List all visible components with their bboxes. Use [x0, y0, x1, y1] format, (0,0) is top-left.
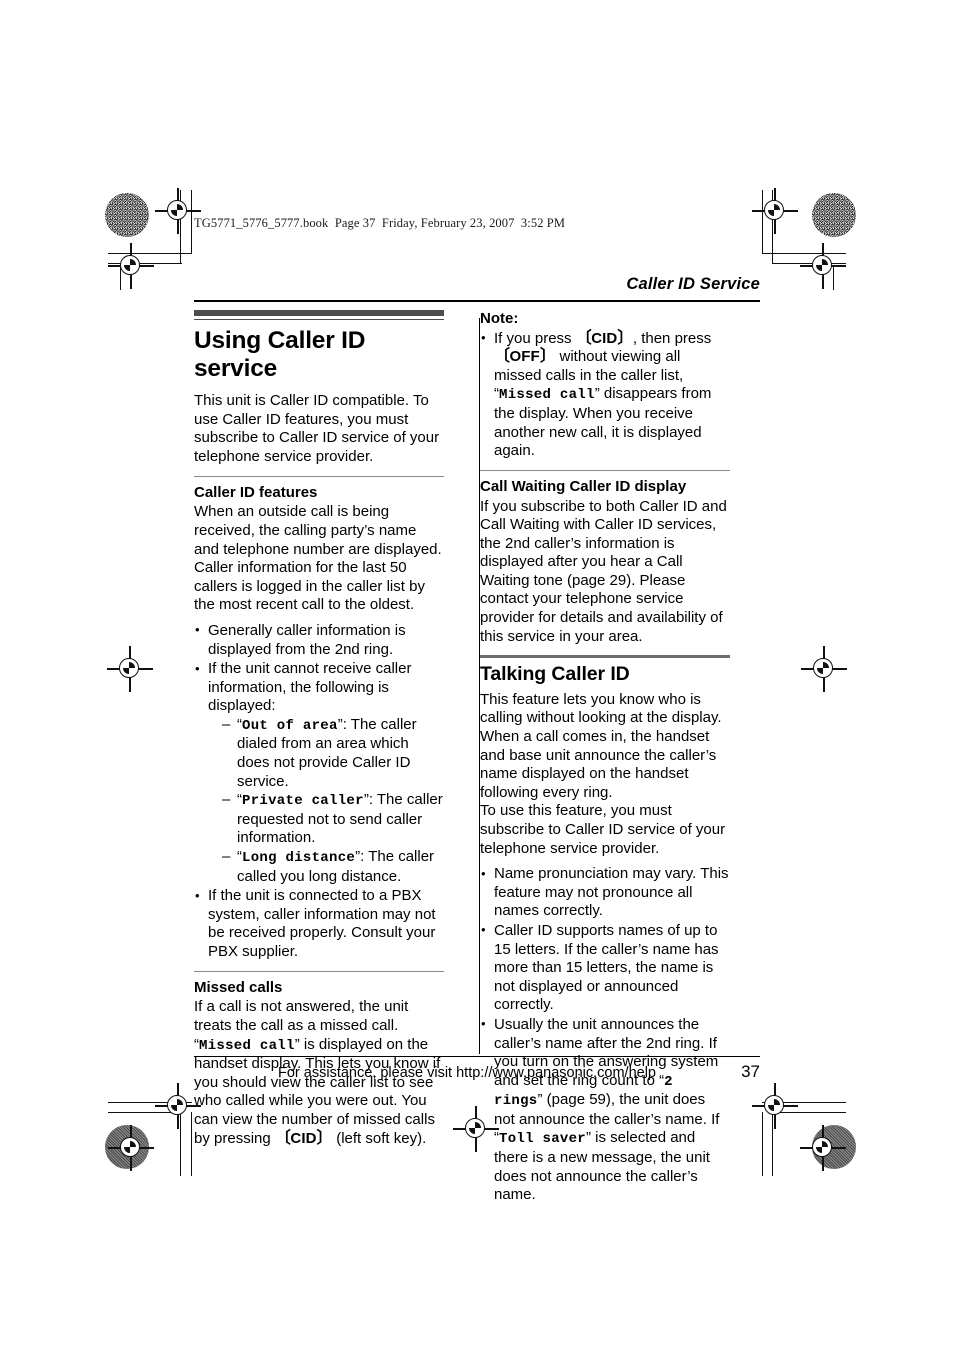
- page-footer: For assistance, please visit http://www.…: [194, 1062, 760, 1082]
- features-paragraph-1: When an outside call is being received, …: [194, 503, 442, 558]
- list-item: Usually the unit announces the caller’s …: [480, 1015, 730, 1205]
- section-heading-talking-caller-id: Talking Caller ID: [480, 663, 630, 686]
- halftone-density-circle-top-right: [812, 193, 856, 237]
- display-message-sublist: “Out of area”: The caller dialed from an…: [208, 716, 444, 886]
- list-item: If the unit cannot receive caller inform…: [194, 660, 444, 886]
- bracket-close: 〕: [539, 348, 556, 366]
- intro-paragraph: This unit is Caller ID compatible. To us…: [194, 392, 440, 466]
- running-head-section-title: Caller ID Service: [626, 275, 760, 293]
- key-name: CID: [290, 1129, 317, 1147]
- text-run: (left soft key).: [332, 1129, 427, 1147]
- key-name: CID: [591, 329, 618, 347]
- section-divider-rule: [480, 469, 730, 471]
- registration-target: [800, 243, 846, 289]
- subheading-call-waiting-caller-id-display: Call Waiting Caller ID display: [480, 477, 687, 495]
- title-bar-thin: [194, 318, 444, 320]
- section-rule-talking-caller-id: [480, 655, 730, 659]
- text-run: If you press: [494, 329, 576, 347]
- display-term-missed-call: Missed call: [499, 387, 595, 404]
- talking-paragraph-1: This feature lets you know who is callin…: [480, 690, 722, 801]
- crop-line: [833, 266, 835, 290]
- registration-target-left-middle: [107, 646, 153, 692]
- title-bar-thick: [194, 310, 444, 316]
- bracket-close: 〕: [617, 329, 633, 347]
- talking-bullet-list: Name pronunciation may vary. This featur…: [480, 865, 730, 1205]
- registration-target-right-middle: [801, 646, 847, 692]
- footer-divider-rule: [194, 1056, 760, 1058]
- list-item: “Private caller”: The caller requested n…: [222, 791, 444, 848]
- registration-target: [108, 243, 154, 289]
- call-waiting-paragraph: If you subscribe to both Caller ID and C…: [480, 497, 727, 645]
- display-term-private-caller: Private caller: [242, 793, 364, 810]
- section-divider-rule: [194, 970, 444, 972]
- display-term-missed-call: Missed call: [199, 1037, 295, 1054]
- subheading-missed-calls: Missed calls: [194, 978, 283, 996]
- list-item: Generally caller information is displaye…: [194, 621, 444, 659]
- display-term-long-distance: Long distance: [242, 850, 356, 867]
- note-bullet-list: If you press 〔CID〕, then press 〔OFF〕 wit…: [480, 329, 730, 461]
- features-paragraph-2: Caller information for the last 50 calle…: [194, 559, 425, 614]
- halftone-density-circle-top-left: [105, 193, 149, 237]
- subheading-caller-id-features: Caller ID features: [194, 483, 318, 501]
- crop-line: [120, 266, 122, 290]
- section-divider-rule: [194, 475, 444, 477]
- list-item: If you press 〔CID〕, then press 〔OFF〕 wit…: [480, 329, 730, 461]
- key-label-cid: 〔CID〕: [274, 1129, 333, 1147]
- display-term-toll-saver: Toll saver: [499, 1131, 587, 1148]
- text-run: , then press: [632, 329, 712, 347]
- key-label-cid: 〔CID〕: [575, 329, 634, 347]
- footer-assistance-text: For assistance, please visit http://www.…: [278, 1065, 656, 1081]
- page-number: 37: [741, 1062, 760, 1081]
- list-item: “Out of area”: The caller dialed from an…: [222, 716, 444, 791]
- list-item: Caller ID supports names of up to 15 let…: [480, 921, 730, 1015]
- bracket-close: 〕: [316, 1129, 333, 1147]
- key-label-off: 〔OFF〕: [494, 348, 556, 366]
- talking-paragraph-2: To use this feature, you must subscribe …: [480, 802, 726, 857]
- page-title: Using Caller ID service: [194, 326, 366, 383]
- key-name: OFF: [509, 348, 540, 366]
- features-bullet-list: Generally caller information is displaye…: [194, 621, 444, 962]
- registration-target: [108, 1125, 154, 1171]
- bracket-open: 〔: [274, 1129, 291, 1147]
- bracket-open: 〔: [494, 348, 510, 366]
- list-item: “Long distance”: The caller called you l…: [222, 848, 444, 886]
- registration-target: [752, 188, 798, 234]
- left-column: Using Caller ID service This unit is Cal…: [194, 310, 462, 1148]
- book-file-header: TG5771_5776_5777.book Page 37 Friday, Fe…: [194, 216, 566, 230]
- registration-target: [800, 1125, 846, 1171]
- list-item: Name pronunciation may vary. This featur…: [480, 865, 730, 921]
- bracket-open: 〔: [575, 329, 592, 347]
- note-label: Note:: [480, 310, 519, 327]
- bullet-lead-text: If the unit cannot receive caller inform…: [208, 660, 412, 715]
- display-term-out-of-area: Out of area: [242, 717, 338, 734]
- list-item: If the unit is connected to a PBX system…: [194, 887, 444, 961]
- header-divider-rule: [194, 300, 760, 302]
